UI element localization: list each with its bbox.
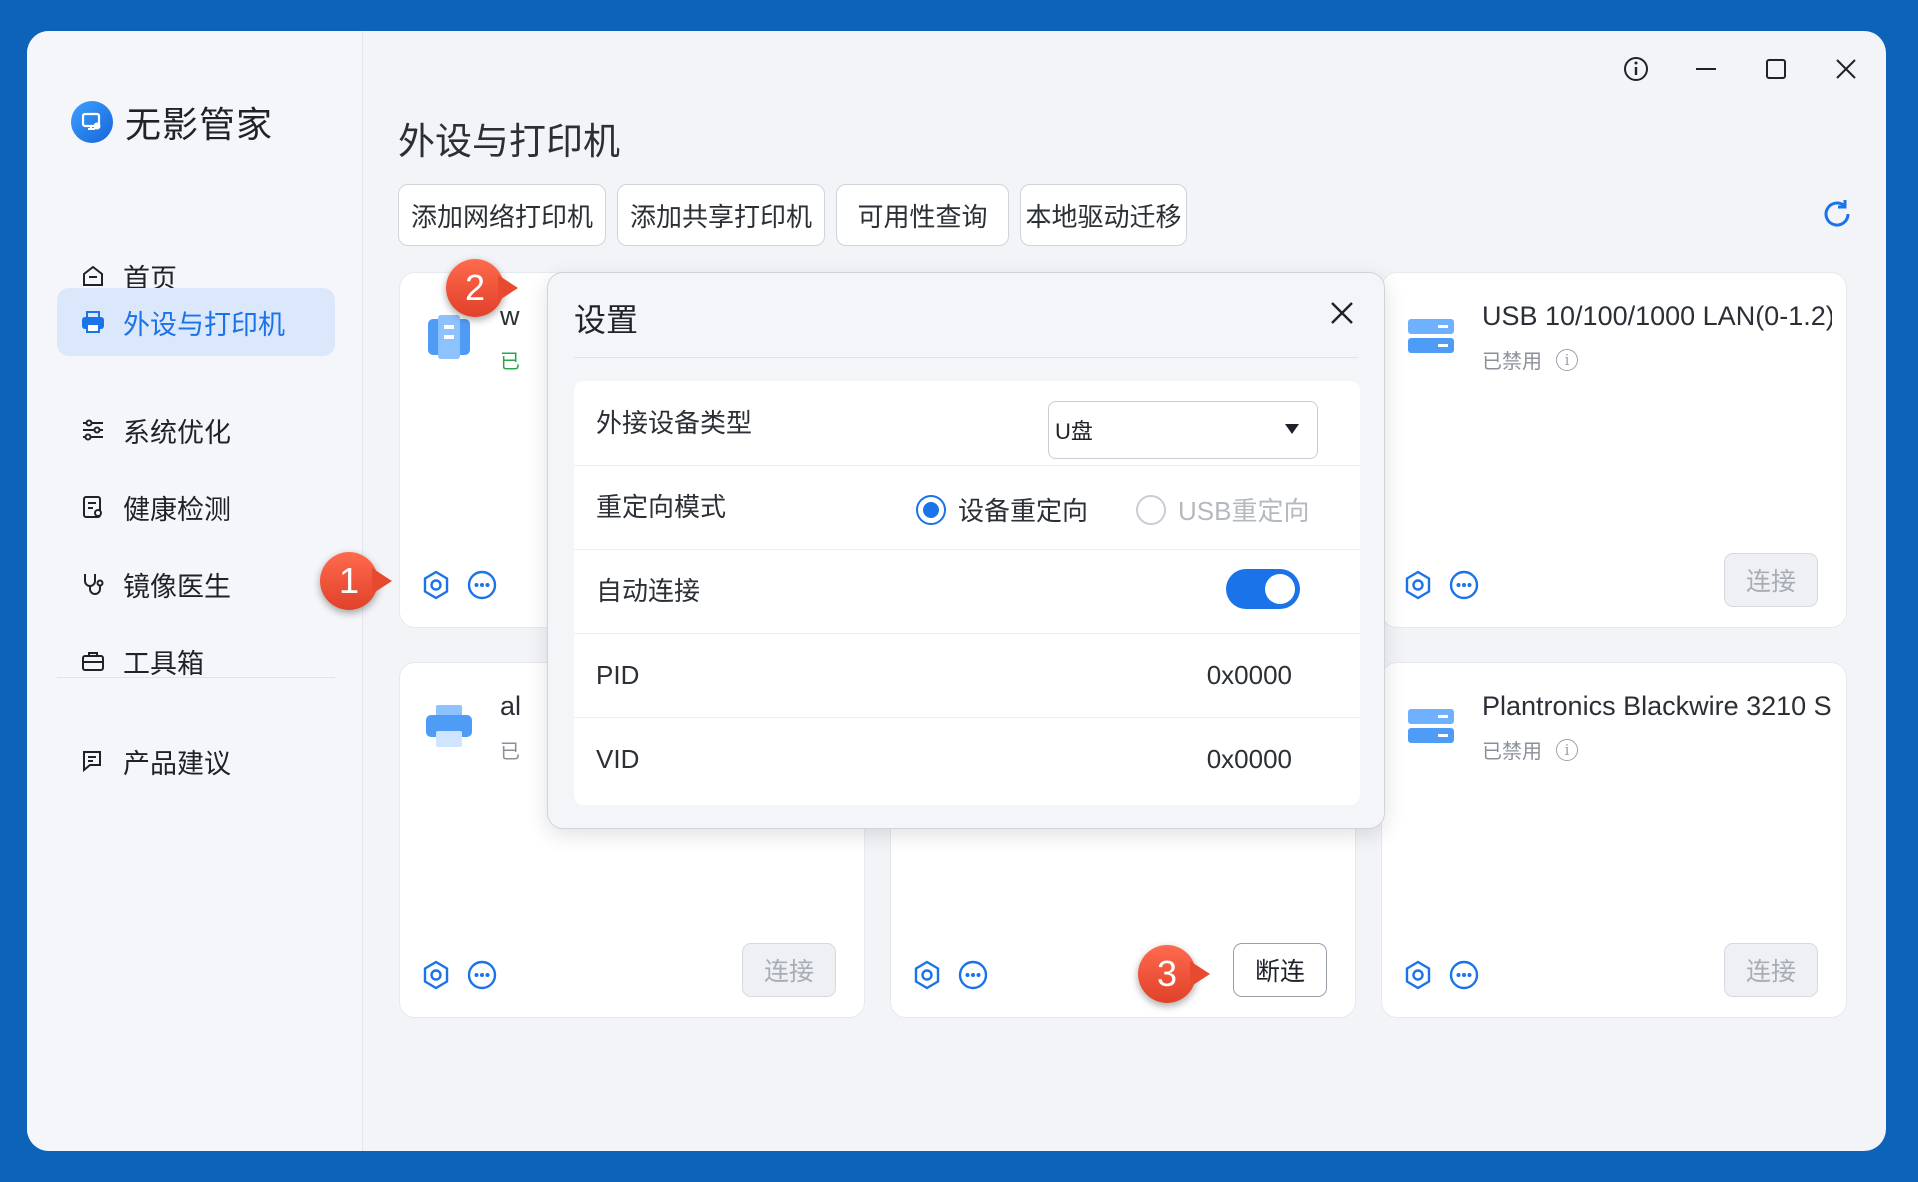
app-logo-icon [71, 101, 113, 143]
device-status: 已禁用 i [1482, 345, 1578, 374]
device-status: 已禁用 i [1482, 735, 1578, 764]
network-adapter-icon [1406, 311, 1456, 361]
stethoscope-icon [77, 568, 109, 600]
settings-gear-icon[interactable] [1402, 959, 1434, 991]
nav-item-peripherals[interactable]: 外设与打印机 [57, 288, 335, 356]
nav-label: 工具箱 [123, 648, 204, 679]
info-icon[interactable]: i [1556, 348, 1578, 371]
info-icon[interactable] [1616, 49, 1656, 89]
pid-label: PID [596, 660, 640, 690]
redirect-mode-row: 重定向模式 设备重定向 USB重定向 [574, 465, 1360, 550]
info-icon[interactable]: i [1556, 738, 1578, 761]
printer-device-icon [424, 701, 474, 751]
usb-device-icon [424, 311, 474, 361]
settings-gear-icon[interactable] [911, 959, 943, 991]
settings-panel: 外接设备类型 U盘 重定向模式 设备重定向 USB重定向 自动连接 PID 0x… [574, 381, 1360, 805]
annotation-pointer [1190, 961, 1210, 987]
caret-down-icon [1285, 424, 1299, 434]
device-status: 已 [500, 351, 520, 373]
annotation-pointer [372, 568, 392, 594]
printer-icon [77, 306, 109, 338]
nav-label: 镜像医生 [123, 571, 231, 602]
settings-gear-icon[interactable] [420, 569, 452, 601]
nav-label: 产品建议 [123, 748, 231, 779]
more-options-icon[interactable] [466, 959, 498, 991]
annotation-badge-2: 2 [446, 259, 504, 317]
auto-connect-toggle[interactable] [1226, 569, 1300, 609]
nav-item-image-doctor[interactable]: 镜像医生 [57, 550, 335, 618]
refresh-icon[interactable] [1818, 195, 1856, 233]
annotation-pointer [498, 275, 518, 301]
device-name: USB 10/100/1000 LAN(0-1.2) [1482, 301, 1832, 331]
pid-row: PID 0x0000 [574, 633, 1360, 718]
toggle-knob [1265, 574, 1295, 604]
auto-connect-row: 自动连接 [574, 549, 1360, 634]
device-type-value: U盘 [1055, 419, 1093, 444]
more-options-icon[interactable] [1448, 959, 1480, 991]
radio-unselected-icon [1136, 494, 1166, 525]
settings-gear-icon[interactable] [420, 959, 452, 991]
device-status-text: 已禁用 [1482, 741, 1542, 763]
more-options-icon[interactable] [957, 959, 989, 991]
device-type-select[interactable]: U盘 [1048, 401, 1318, 459]
toolbox-icon [77, 645, 109, 677]
sidebar: 无影管家 首页 外设与打印机 系统优化 健康检测 镜像医生 工具箱 产品建议 [27, 31, 363, 1151]
connect-button[interactable]: 连接 [1724, 553, 1818, 607]
nav-item-toolbox[interactable]: 工具箱 [57, 627, 335, 695]
pid-value: 0x0000 [1206, 660, 1292, 690]
more-options-icon[interactable] [1448, 569, 1480, 601]
audio-device-icon [1406, 701, 1456, 751]
vid-value: 0x0000 [1206, 744, 1292, 774]
report-icon [77, 491, 109, 523]
device-status: 已 [500, 741, 520, 763]
radio-device-redirect[interactable]: 设备重定向 [916, 491, 1088, 528]
nav-divider [57, 677, 335, 678]
connect-button[interactable]: 连接 [742, 943, 836, 997]
close-icon[interactable] [1826, 49, 1866, 89]
more-options-icon[interactable] [466, 569, 498, 601]
minimize-icon[interactable] [1686, 49, 1726, 89]
settings-dialog: 设置 外接设备类型 U盘 重定向模式 设备重定向 USB重定向 自动连接 PID… [547, 272, 1385, 829]
add-shared-printer-button[interactable]: 添加共享打印机 [617, 184, 825, 246]
availability-query-button[interactable]: 可用性查询 [836, 184, 1009, 246]
feedback-icon [77, 745, 109, 777]
app-name: 无影管家 [125, 104, 274, 145]
radio-selected-icon [916, 494, 946, 525]
radio-label: 设备重定向 [958, 496, 1089, 526]
device-type-row: 外接设备类型 U盘 [574, 381, 1360, 466]
device-card: Plantronics Blackwire 3210 Se 已禁用 i 连接 [1381, 662, 1847, 1018]
device-name: Plantronics Blackwire 3210 Se [1482, 691, 1832, 721]
nav-label: 健康检测 [123, 494, 231, 525]
nav-label: 外设与打印机 [123, 309, 285, 340]
annotation-badge-3: 3 [1138, 945, 1196, 1003]
radio-label: USB重定向 [1178, 496, 1310, 526]
brand: 无影管家 [71, 96, 273, 148]
vid-row: VID 0x0000 [574, 717, 1360, 801]
redirect-mode-label: 重定向模式 [596, 492, 727, 522]
nav-item-system-optimize[interactable]: 系统优化 [57, 396, 335, 464]
auto-connect-label: 自动连接 [596, 576, 701, 606]
app-window: 无影管家 首页 外设与打印机 系统优化 健康检测 镜像医生 工具箱 产品建议 外… [27, 31, 1886, 1151]
sliders-icon [77, 414, 109, 446]
close-icon[interactable] [1324, 295, 1360, 331]
local-driver-migration-button[interactable]: 本地驱动迁移 [1020, 184, 1187, 246]
annotation-badge-1: 1 [320, 552, 378, 610]
nav-item-health-check[interactable]: 健康检测 [57, 473, 335, 541]
maximize-icon[interactable] [1756, 49, 1796, 89]
add-network-printer-button[interactable]: 添加网络打印机 [398, 184, 606, 246]
dialog-divider [574, 357, 1358, 358]
nav-label: 系统优化 [123, 417, 231, 448]
device-card: USB 10/100/1000 LAN(0-1.2) 已禁用 i 连接 [1381, 272, 1847, 628]
settings-gear-icon[interactable] [1402, 569, 1434, 601]
radio-usb-redirect[interactable]: USB重定向 [1136, 491, 1309, 528]
device-status-text: 已禁用 [1482, 351, 1542, 373]
vid-label: VID [596, 744, 640, 774]
nav-item-feedback[interactable]: 产品建议 [57, 727, 335, 795]
page-title: 外设与打印机 [398, 121, 620, 162]
disconnect-button[interactable]: 断连 [1233, 943, 1327, 997]
dialog-title: 设置 [574, 302, 639, 338]
connect-button[interactable]: 连接 [1724, 943, 1818, 997]
device-type-label: 外接设备类型 [596, 408, 753, 438]
